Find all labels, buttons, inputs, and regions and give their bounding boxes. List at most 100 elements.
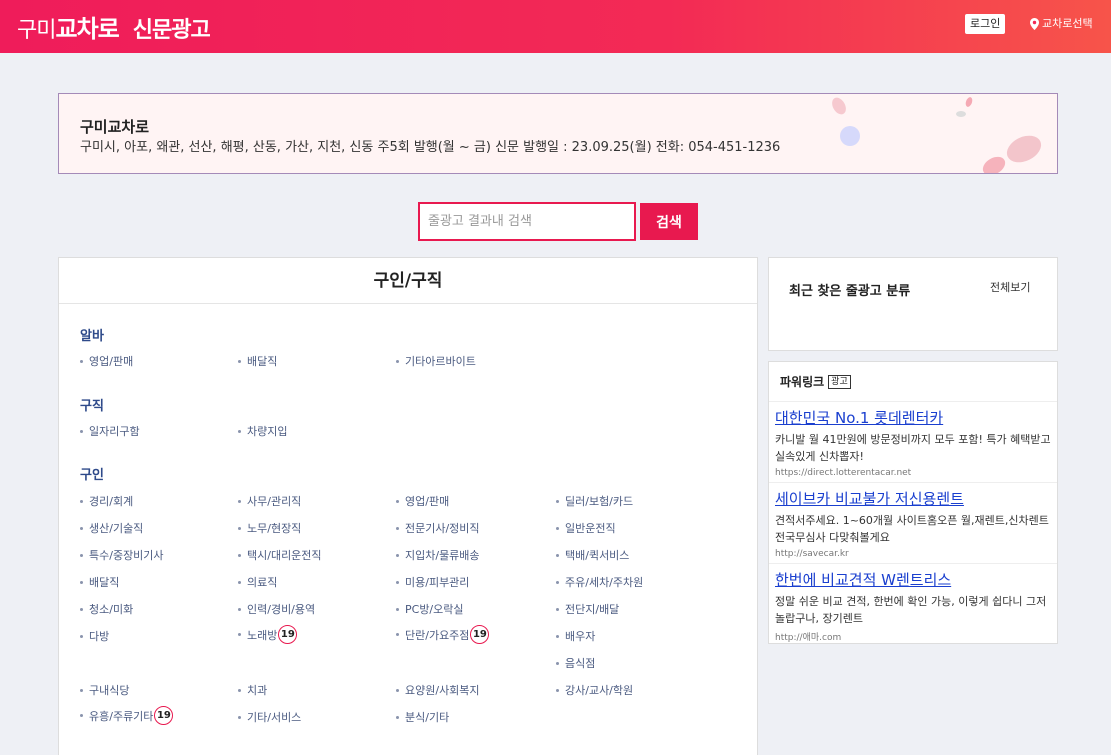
bullet-icon [238, 580, 241, 584]
bullet-icon [396, 499, 399, 503]
recent-categories-panel: 최근 찾은 줄광고 분류 전체보기 [768, 257, 1058, 351]
bullet-icon [238, 526, 241, 530]
category-link[interactable]: 사무/관리직 [238, 493, 301, 509]
bullet-icon [396, 715, 399, 719]
bullet-icon [556, 553, 559, 557]
bullet-icon [80, 688, 83, 692]
ad-url[interactable]: http://애마.com [775, 630, 1053, 643]
bullet-icon [80, 714, 83, 717]
search-input[interactable] [418, 202, 636, 241]
section-heading: 알바 [80, 329, 104, 344]
paper-info-banner: 구미교차로 구미시, 아포, 왜관, 선산, 해평, 산동, 가산, 지천, 신… [58, 93, 1058, 174]
category-link[interactable]: 주유/세차/주차원 [556, 574, 643, 590]
bullet-icon [80, 359, 83, 363]
bullet-icon [396, 553, 399, 557]
category-link[interactable]: 강사/교사/학원 [556, 682, 633, 698]
powerlink-panel: 파워링크 광고 대한민국 No.1 롯데렌터카 카니발 월 41만원에 방문정비… [768, 361, 1058, 644]
ad-item: 세이브카 비교불가 저신용렌트 견적서주세요. 1~60개월 사이트홈오픈 월,… [775, 488, 1053, 559]
category-link[interactable]: 영업/판매 [80, 353, 133, 369]
bullet-icon [238, 553, 241, 557]
category-link[interactable]: 생산/기술직 [80, 520, 143, 536]
bullet-icon [556, 661, 559, 665]
ad-tag-badge: 광고 [828, 374, 851, 389]
category-link[interactable]: 전문기사/정비직 [396, 520, 480, 536]
category-link[interactable]: 치과 [238, 682, 267, 698]
search-button[interactable]: 검색 [640, 203, 698, 240]
ad-title-link[interactable]: 대한민국 No.1 롯데렌터카 [775, 407, 1053, 428]
category-link[interactable]: 딜러/보험/카드 [556, 493, 633, 509]
region-select-label: 교차로선택 [1042, 17, 1093, 30]
category-link[interactable]: 인력/경비/용역 [238, 601, 315, 617]
section-hiring: 구인 [80, 464, 104, 483]
divider [769, 401, 1057, 402]
section-heading: 구인 [80, 468, 104, 483]
category-link[interactable]: 전단지/배달 [556, 601, 619, 617]
bullet-icon [238, 633, 241, 636]
category-link[interactable]: 일자리구함 [80, 423, 140, 439]
category-link[interactable]: 노무/현장직 [238, 520, 301, 536]
view-all-link[interactable]: 전체보기 [990, 279, 1030, 295]
category-link[interactable]: 미용/피부관리 [396, 574, 469, 590]
category-link[interactable]: 다방 [80, 628, 109, 644]
bullet-icon [80, 580, 83, 584]
ad-url[interactable]: https://direct.lotterentacar.net [775, 468, 1053, 478]
category-link[interactable]: 택시/대리운전직 [238, 547, 322, 563]
location-pin-icon [1030, 18, 1039, 30]
bullet-icon [80, 429, 83, 433]
bullet-icon [396, 526, 399, 530]
logo-brand: 교차로 [55, 15, 119, 43]
paper-description: 구미시, 아포, 왜관, 선산, 해평, 산동, 가산, 지천, 신동 주5회 … [80, 140, 781, 155]
region-select-button[interactable]: 교차로선택 [1030, 15, 1093, 33]
recent-categories-title: 최근 찾은 줄광고 분류 [789, 284, 911, 299]
category-link[interactable]: 영업/판매 [396, 493, 449, 509]
category-link[interactable]: 단란/가요주점 19 [396, 625, 490, 644]
bullet-icon [80, 526, 83, 530]
ad-description: 견적서주세요. 1~60개월 사이트홈오픈 월,재렌트,신차렌트 전국무심사 다… [775, 514, 1049, 544]
bullet-icon [80, 553, 83, 557]
bullet-icon [556, 607, 559, 611]
ad-item: 대한민국 No.1 롯데렌터카 카니발 월 41만원에 방문정비까지 모두 포함… [775, 407, 1053, 478]
category-link[interactable]: 기타/서비스 [238, 709, 301, 725]
site-logo[interactable]: 구미 교차로 신문광고 [17, 9, 211, 44]
bullet-icon [238, 499, 241, 503]
category-link[interactable]: 구내식당 [80, 682, 129, 698]
category-link[interactable]: 특수/중장비기사 [80, 547, 164, 563]
category-link[interactable]: 요양원/사회복지 [396, 682, 480, 698]
category-link[interactable]: 노래방 19 [238, 625, 298, 644]
ad-title-link[interactable]: 세이브카 비교불가 저신용렌트 [775, 488, 1053, 509]
section-heading: 구직 [80, 399, 104, 414]
category-link[interactable]: 분식/기타 [396, 709, 449, 725]
category-link[interactable]: 청소/미화 [80, 601, 133, 617]
category-link[interactable]: 기타아르바이트 [396, 353, 476, 369]
bullet-icon [556, 688, 559, 692]
category-link[interactable]: PC방/오락실 [396, 601, 464, 617]
powerlink-header: 파워링크 광고 [780, 373, 851, 390]
category-link[interactable]: 택배/퀵서비스 [556, 547, 629, 563]
category-link[interactable]: 음식점 [556, 655, 595, 671]
adult-19-badge-icon: 19 [278, 625, 298, 644]
category-link[interactable]: 유흥/주류기타 19 [80, 706, 174, 725]
adult-19-badge-icon: 19 [154, 706, 174, 725]
category-link[interactable]: 차량지입 [238, 423, 287, 439]
login-button[interactable]: 로그인 [965, 14, 1006, 34]
category-link[interactable]: 지입차/물류배송 [396, 547, 480, 563]
bullet-icon [396, 359, 399, 363]
bullet-icon [556, 499, 559, 503]
bullet-icon [396, 688, 399, 692]
category-link[interactable]: 배달직 [80, 574, 119, 590]
bullet-icon [396, 633, 399, 636]
category-panel-title: 구인/구직 [59, 258, 757, 304]
category-link[interactable]: 일반운전직 [556, 520, 616, 536]
top-header: 구미 교차로 신문광고 로그인 교차로선택 [0, 0, 1111, 53]
adult-19-badge-icon: 19 [470, 625, 490, 644]
section-alba: 알바 [80, 325, 104, 344]
category-link[interactable]: 배달직 [238, 353, 277, 369]
category-link[interactable]: 배우자 [556, 628, 595, 644]
ad-title-link[interactable]: 한번에 비교견적 W렌트리스 [775, 569, 1053, 590]
ad-url[interactable]: http://savecar.kr [775, 549, 1053, 559]
bullet-icon [396, 607, 399, 611]
bullet-icon [238, 688, 241, 692]
powerlink-title: 파워링크 [780, 375, 825, 389]
category-link[interactable]: 경리/회계 [80, 493, 133, 509]
category-link[interactable]: 의료직 [238, 574, 277, 590]
